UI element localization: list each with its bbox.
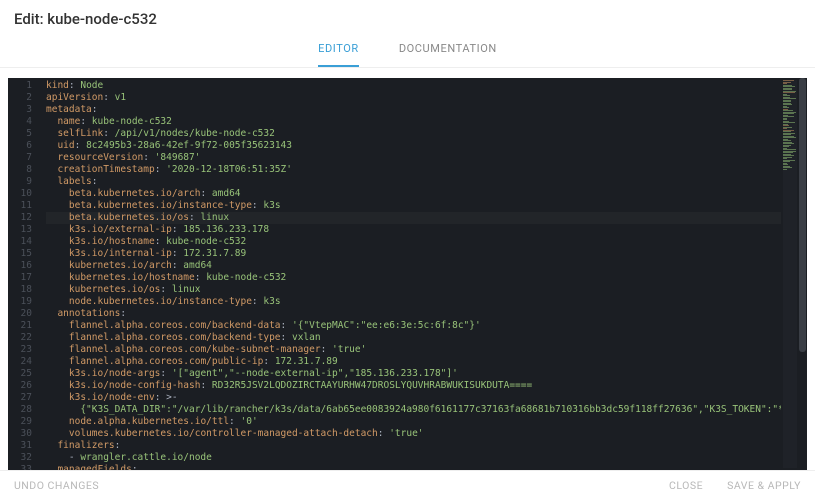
code-line[interactable]: apiVersion: v1 (46, 92, 781, 104)
code-line[interactable]: beta.kubernetes.io/instance-type: k3s (46, 200, 781, 212)
line-number: 33 (8, 464, 32, 470)
code-line[interactable]: annotations: (46, 308, 781, 320)
code-line[interactable]: k3s.io/hostname: kube-node-c532 (46, 236, 781, 248)
code-line[interactable]: node.alpha.kubernetes.io/ttl: '0' (46, 416, 781, 428)
line-number: 23 (8, 344, 32, 356)
code-line[interactable]: metadata: (46, 104, 781, 116)
line-number: 11 (8, 200, 32, 212)
code-area[interactable]: kind: NodeapiVersion: v1metadata: name: … (38, 78, 781, 470)
line-number: 15 (8, 248, 32, 260)
save-apply-button[interactable]: SAVE & APPLY (727, 479, 801, 492)
line-number: 20 (8, 308, 32, 320)
line-number: 6 (8, 140, 32, 152)
code-line[interactable]: labels: (46, 176, 781, 188)
code-line[interactable]: resourceVersion: '849687' (46, 152, 781, 164)
code-line[interactable]: - wrangler.cattle.io/node (46, 452, 781, 464)
line-number: 27 (8, 392, 32, 404)
code-line[interactable]: k3s.io/node-args: '["agent","--node-exte… (46, 368, 781, 380)
code-line[interactable]: flannel.alpha.coreos.com/backend-data: '… (46, 320, 781, 332)
line-number: 5 (8, 128, 32, 140)
page-title: Edit: kube-node-c532 (0, 0, 815, 34)
line-number: 26 (8, 380, 32, 392)
undo-changes-button[interactable]: UNDO CHANGES (14, 479, 99, 492)
line-number: 2 (8, 92, 32, 104)
code-line[interactable]: node.kubernetes.io/instance-type: k3s (46, 296, 781, 308)
line-number: 4 (8, 116, 32, 128)
code-line[interactable]: name: kube-node-c532 (46, 116, 781, 128)
code-line[interactable]: {"K3S_DATA_DIR":"/var/lib/rancher/k3s/da… (46, 404, 781, 416)
code-line[interactable]: volumes.kubernetes.io/controller-managed… (46, 428, 781, 440)
code-line[interactable]: creationTimestamp: '2020-12-18T06:51:35Z… (46, 164, 781, 176)
line-number: 9 (8, 176, 32, 188)
line-number: 13 (8, 224, 32, 236)
code-line[interactable]: managedFields: (46, 464, 781, 470)
line-number: 12 (8, 212, 32, 224)
line-number: 22 (8, 332, 32, 344)
code-line[interactable]: flannel.alpha.coreos.com/public-ip: 172.… (46, 356, 781, 368)
line-number: 14 (8, 236, 32, 248)
line-number: 3 (8, 104, 32, 116)
code-line[interactable]: beta.kubernetes.io/arch: amd64 (46, 188, 781, 200)
code-editor[interactable]: 1234567891011121314151617181920212223242… (8, 78, 807, 470)
code-line[interactable]: kubernetes.io/arch: amd64 (46, 260, 781, 272)
line-number: 24 (8, 356, 32, 368)
code-line[interactable]: finalizers: (46, 440, 781, 452)
line-number: 31 (8, 440, 32, 452)
code-line[interactable]: k3s.io/external-ip: 185.136.233.178 (46, 224, 781, 236)
line-number: 8 (8, 164, 32, 176)
footer-bar: UNDO CHANGES CLOSE SAVE & APPLY (0, 470, 815, 500)
line-number: 18 (8, 284, 32, 296)
line-number: 10 (8, 188, 32, 200)
line-number: 29 (8, 416, 32, 428)
code-line[interactable]: k3s.io/node-env: >- (46, 392, 781, 404)
line-number: 25 (8, 368, 32, 380)
code-line[interactable]: kubernetes.io/hostname: kube-node-c532 (46, 272, 781, 284)
close-button[interactable]: CLOSE (669, 479, 703, 492)
line-number: 7 (8, 152, 32, 164)
code-line[interactable]: kind: Node (46, 80, 781, 92)
line-number: 1 (8, 80, 32, 92)
minimap[interactable] (783, 80, 797, 468)
tab-bar: EDITOR DOCUMENTATION (0, 34, 815, 68)
code-line[interactable]: kubernetes.io/os: linux (46, 284, 781, 296)
tab-documentation[interactable]: DOCUMENTATION (399, 34, 497, 67)
tab-editor[interactable]: EDITOR (318, 34, 359, 67)
code-line[interactable]: uid: 8c2495b3-28a6-42ef-9f72-005f3562314… (46, 140, 781, 152)
line-number: 16 (8, 260, 32, 272)
line-number: 21 (8, 320, 32, 332)
code-line[interactable]: flannel.alpha.coreos.com/backend-type: v… (46, 332, 781, 344)
line-number-gutter: 1234567891011121314151617181920212223242… (8, 78, 38, 470)
line-number: 32 (8, 452, 32, 464)
line-number: 19 (8, 296, 32, 308)
line-number: 17 (8, 272, 32, 284)
code-line[interactable]: selfLink: /api/v1/nodes/kube-node-c532 (46, 128, 781, 140)
code-line[interactable]: beta.kubernetes.io/os: linux (46, 212, 781, 224)
line-number: 30 (8, 428, 32, 440)
scrollbar-thumb[interactable] (799, 78, 806, 352)
line-number: 28 (8, 404, 32, 416)
code-line[interactable]: k3s.io/internal-ip: 172.31.7.89 (46, 248, 781, 260)
code-line[interactable]: flannel.alpha.coreos.com/kube-subnet-man… (46, 344, 781, 356)
scrollbar-track[interactable] (798, 78, 807, 470)
code-line[interactable]: k3s.io/node-config-hash: RD32R5JSV2LQDOZ… (46, 380, 781, 392)
